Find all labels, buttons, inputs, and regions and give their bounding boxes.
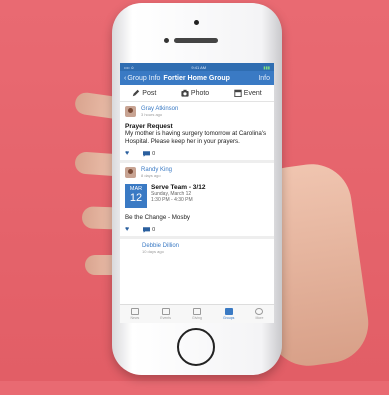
heart-icon[interactable]: ♥ — [125, 226, 129, 233]
event-time: 1:30 PM - 4:30 PM — [151, 197, 193, 203]
post-body: My mother is having surgery tomorrow at … — [125, 130, 267, 145]
app-screen: •••• ≎ 9:41 AM ▮▮▮ ‹ Group Info Fortier … — [120, 63, 274, 323]
event-day: 12 — [129, 192, 143, 204]
status-bar: •••• ≎ 9:41 AM ▮▮▮ — [120, 63, 274, 71]
post-time: 3 hours ago — [141, 112, 163, 117]
post-reactions: ♥ 0 — [125, 226, 269, 233]
compose-actions: Post Photo Event — [120, 85, 274, 102]
back-button[interactable]: ‹ Group Info — [124, 75, 160, 82]
tab-news[interactable]: News — [130, 308, 140, 320]
post-label: Post — [142, 89, 157, 97]
post-author: Gray Atkinson 3 hours ago — [125, 106, 269, 117]
event-button[interactable]: Event — [234, 89, 262, 97]
avatar — [125, 167, 136, 178]
home-button[interactable] — [177, 328, 215, 366]
post-time: 8 days ago — [141, 173, 161, 178]
post-title: Prayer Request — [125, 123, 173, 130]
post-reactions: ♥ 0 — [125, 150, 269, 157]
photo-button[interactable]: Photo — [181, 89, 209, 97]
avatar — [125, 106, 136, 117]
comment-button[interactable]: 0 — [143, 151, 155, 157]
news-icon — [130, 308, 139, 315]
tab-news-label: News — [130, 316, 140, 320]
tab-bar: News Events Giving Groups More — [120, 304, 274, 323]
feed: Gray Atkinson 3 hours ago Prayer Request… — [120, 102, 274, 257]
camera-icon — [181, 89, 189, 97]
giving-icon — [192, 308, 201, 315]
event-title: Serve Team - 3/12 — [151, 184, 206, 191]
event-month: MAR — [129, 186, 143, 192]
photo-label: Photo — [190, 89, 210, 97]
page-title: Fortier Home Group — [163, 74, 230, 82]
comment-button[interactable]: 0 — [143, 227, 155, 233]
event-label: Event — [243, 89, 262, 97]
calendar-icon — [234, 89, 242, 97]
chevron-left-icon: ‹ — [124, 74, 127, 82]
tab-more[interactable]: More — [255, 308, 264, 320]
carrier-signal: •••• ≎ — [124, 64, 135, 70]
comment-count: 0 — [152, 150, 156, 157]
more-icon — [255, 308, 264, 315]
event-date-badge: MAR 12 — [125, 184, 147, 208]
front-camera — [164, 38, 169, 43]
tab-giving-label: Giving — [192, 316, 202, 320]
tab-events-label: Events — [160, 316, 171, 320]
tab-events[interactable]: Events — [160, 308, 171, 320]
speaker-grille — [174, 38, 218, 43]
back-label: Group Info — [127, 74, 161, 82]
heart-icon[interactable]: ♥ — [125, 150, 129, 157]
post-time: 10 days ago — [142, 249, 164, 254]
event-card[interactable]: MAR 12 Serve Team - 3/12 Sunday, March 1… — [125, 184, 269, 208]
comment-count: 0 — [152, 226, 156, 233]
tab-groups-label: Groups — [222, 316, 235, 320]
post-button[interactable]: Post — [132, 89, 156, 97]
post-author: Randy King 8 days ago — [125, 167, 269, 178]
navigation-bar: ‹ Group Info Fortier Home Group Info — [120, 71, 274, 85]
status-time: 9:41 AM — [191, 64, 207, 70]
feed-post[interactable]: Gray Atkinson 3 hours ago Prayer Request… — [120, 102, 274, 160]
info-button[interactable]: Info — [258, 75, 270, 82]
comment-icon — [143, 226, 151, 233]
feed-post[interactable]: Debbie Dillion 10 days ago — [120, 239, 274, 257]
post-body: Be the Change - Mosby — [125, 214, 191, 221]
front-sensor — [194, 20, 199, 25]
tab-groups[interactable]: Groups — [223, 308, 234, 320]
battery-icon: ▮▮▮ — [263, 64, 270, 70]
tab-more-label: More — [255, 316, 264, 320]
pencil-icon — [133, 89, 140, 97]
groups-icon — [224, 308, 233, 315]
events-icon — [161, 308, 170, 315]
feed-post[interactable]: Randy King 8 days ago MAR 12 Serve Team … — [120, 163, 274, 236]
phone-frame: •••• ≎ 9:41 AM ▮▮▮ ‹ Group Info Fortier … — [112, 3, 282, 375]
tab-giving[interactable]: Giving — [192, 308, 202, 320]
comment-icon — [143, 150, 151, 157]
